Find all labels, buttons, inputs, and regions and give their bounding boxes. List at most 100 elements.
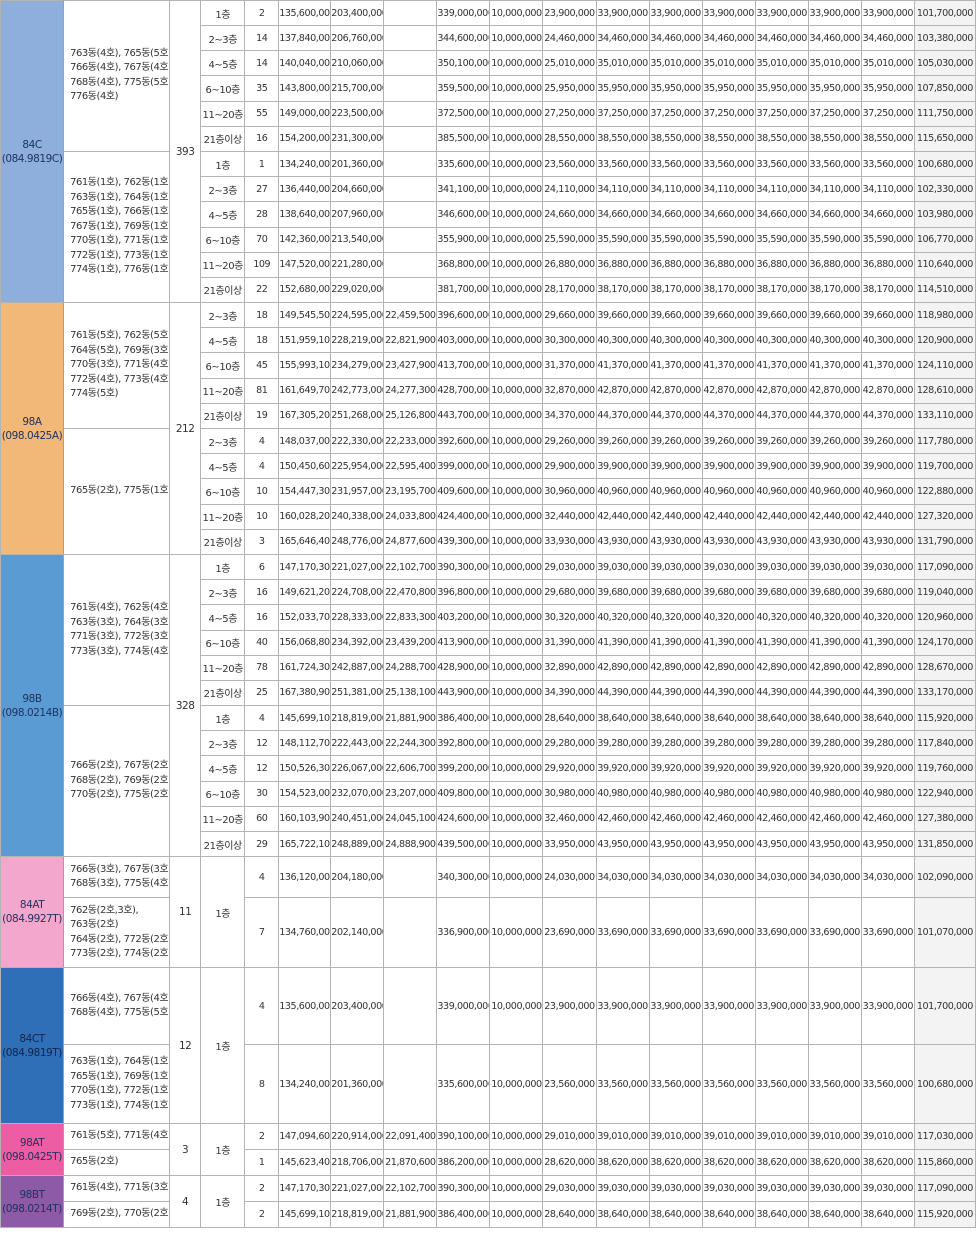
building-list-line: 770동(2호), 775동(2호): [70, 789, 170, 801]
price-cell: 38,550,000: [701, 125, 756, 152]
price-cell: 43,950,000: [754, 830, 809, 858]
unit-count-cell: 12: [244, 730, 280, 757]
price-cell: 37,250,000: [648, 100, 703, 127]
price-cell: 33,560,000: [648, 1044, 703, 1125]
price-cell: 41,370,000: [807, 352, 862, 379]
price-cell: 40,960,000: [860, 478, 915, 505]
price-cell: 40,320,000: [754, 604, 809, 631]
price-cell: 38,170,000: [701, 276, 756, 304]
price-cell: 24,110,000: [542, 176, 597, 203]
price-cell: 428,700,000: [436, 377, 491, 404]
price-cell: 223,500,000: [330, 100, 385, 127]
floor-cell: 11~20층: [200, 377, 246, 404]
floor-cell: 21층이상: [200, 679, 246, 707]
unit-count-cell: 30: [244, 780, 280, 807]
price-cell: 218,819,000: [330, 705, 385, 732]
price-cell: 24,888,900: [383, 830, 438, 858]
price-cell: 38,550,000: [807, 125, 862, 152]
price-cell: 43,950,000: [701, 830, 756, 858]
price-cell: 42,870,000: [701, 377, 756, 404]
price-cell: 39,680,000: [595, 579, 650, 606]
price-cell: 167,380,900: [278, 679, 332, 707]
price-cell: 206,760,000: [330, 24, 385, 52]
price-cell: 31,370,000: [542, 352, 597, 379]
price-cell: 33,560,000: [860, 150, 915, 178]
unit-count-cell: 12: [244, 755, 280, 782]
unit-count-cell: 60: [244, 805, 280, 833]
floor-cell: 2~3층: [200, 176, 246, 203]
price-cell: 152,680,000: [278, 276, 332, 304]
unit-type-code: (098.0214B): [1, 706, 63, 719]
price-cell: 221,280,000: [330, 251, 385, 278]
price-cell: 242,887,000: [330, 654, 385, 681]
price-cell: 29,030,000: [542, 553, 597, 581]
price-cell: 34,030,000: [807, 856, 862, 899]
price-cell: 33,560,000: [648, 150, 703, 178]
price-cell: 39,920,000: [595, 755, 650, 782]
price-cell: 29,280,000: [542, 730, 597, 757]
price-cell: 35,590,000: [701, 226, 756, 253]
price-cell: 39,260,000: [701, 427, 756, 455]
price-cell: 10,000,000: [489, 503, 544, 530]
unit-count-cell: 1: [244, 150, 280, 178]
price-cell: 234,279,000: [330, 352, 385, 379]
price-cell: 39,660,000: [860, 302, 915, 329]
price-cell: 38,170,000: [860, 276, 915, 304]
price-cell: 339,000,000: [436, 967, 491, 1046]
unit-count-cell: 19: [244, 402, 280, 430]
price-cell: 39,030,000: [648, 1175, 703, 1203]
price-cell: 39,030,000: [595, 1175, 650, 1203]
price-cell: 101,700,000: [913, 967, 976, 1046]
price-cell: 119,760,000: [913, 755, 976, 782]
price-cell: 33,690,000: [807, 897, 862, 969]
price-cell: 42,460,000: [648, 805, 703, 833]
floor-cell: 2~3층: [200, 730, 246, 757]
price-cell: 39,010,000: [807, 1123, 862, 1151]
price-cell: 32,440,000: [542, 503, 597, 530]
price-cell: 26,880,000: [542, 251, 597, 278]
price-cell: 32,890,000: [542, 654, 597, 681]
price-cell: 39,260,000: [807, 427, 862, 455]
price-cell: 224,708,000: [330, 579, 385, 606]
price-cell: 36,880,000: [595, 251, 650, 278]
price-cell: 42,890,000: [595, 654, 650, 681]
price-cell: 115,860,000: [913, 1149, 976, 1177]
building-list-line: 768동(4호), 775동(5호): [70, 76, 170, 88]
price-cell: 40,300,000: [595, 327, 650, 354]
unit-type-name: 98AT: [19, 1136, 45, 1149]
price-cell: 10,000,000: [489, 897, 544, 969]
price-cell: 40,960,000: [595, 478, 650, 505]
price-cell: 115,920,000: [913, 1201, 976, 1229]
floor-cell: 1층: [200, 705, 246, 732]
price-cell: 39,680,000: [754, 579, 809, 606]
price-cell: 30,980,000: [542, 780, 597, 807]
price-cell: 33,900,000: [595, 0, 650, 26]
unit-count-cell: 8: [244, 1044, 280, 1125]
price-cell: 30,960,000: [542, 478, 597, 505]
price-cell: 335,600,000: [436, 1044, 491, 1125]
price-cell: 131,790,000: [913, 528, 976, 555]
price-cell: 33,690,000: [754, 897, 809, 969]
price-cell: 145,699,100: [278, 705, 332, 732]
price-cell: 21,870,600: [383, 1149, 438, 1177]
price-cell: 203,400,000: [330, 0, 385, 26]
price-cell: [383, 1044, 438, 1125]
price-cell: 10,000,000: [489, 201, 544, 228]
price-cell: 231,300,000: [330, 125, 385, 152]
price-cell: 34,460,000: [860, 24, 915, 52]
price-cell: 44,370,000: [860, 402, 915, 430]
price-cell: 39,900,000: [595, 453, 650, 480]
price-cell: 117,840,000: [913, 730, 976, 757]
price-cell: 40,960,000: [807, 478, 862, 505]
price-cell: [383, 967, 438, 1046]
price-cell: 10,000,000: [489, 830, 544, 858]
price-cell: 10,000,000: [489, 352, 544, 379]
unit-count-cell: 55: [244, 100, 280, 127]
price-cell: 240,451,000: [330, 805, 385, 833]
price-cell: 215,700,000: [330, 75, 385, 102]
price-cell: 107,850,000: [913, 75, 976, 102]
price-cell: 439,500,000: [436, 830, 491, 858]
unit-type-code: (098.0425T): [2, 1150, 62, 1163]
building-list-line: 764동(2호), 772동(2호): [70, 933, 170, 945]
price-cell: 119,040,000: [913, 579, 976, 606]
